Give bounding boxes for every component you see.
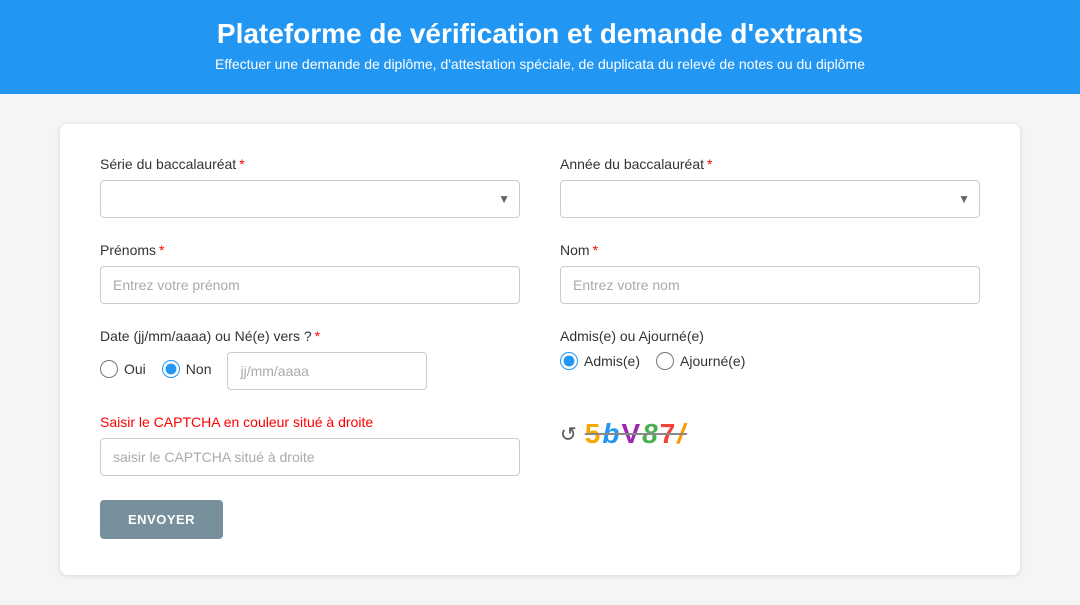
- captcha-char-5: 7: [660, 418, 678, 450]
- refresh-icon[interactable]: ↺: [560, 422, 577, 447]
- form-card: Série du baccalauréat* ▼ Année du baccal…: [60, 124, 1020, 575]
- captcha-image: 5 b V 8 7 /: [585, 418, 687, 450]
- serie-select-wrapper: ▼: [100, 180, 520, 218]
- main-content: Série du baccalauréat* ▼ Année du baccal…: [0, 94, 1080, 605]
- annee-select[interactable]: [560, 180, 980, 218]
- ajourn-option-label: Ajourné(e): [680, 353, 745, 369]
- radio-admis-option[interactable]: Admis(e): [560, 352, 640, 370]
- captcha-char-2: b: [602, 418, 621, 450]
- radio-ajourn-option[interactable]: Ajourné(e): [656, 352, 745, 370]
- row-prenoms-nom: Prénoms* Nom*: [100, 242, 980, 304]
- radio-oui-option[interactable]: Oui: [100, 360, 146, 378]
- radio-non[interactable]: [162, 360, 180, 378]
- radio-oui-non: Oui Non: [100, 360, 211, 386]
- row-captcha: Saisir le CAPTCHA en couleur situé à dro…: [100, 414, 980, 476]
- radio-admis-row: Admis(e) Ajourné(e): [560, 352, 980, 378]
- group-serie: Série du baccalauréat* ▼: [100, 156, 520, 218]
- radio-non-option[interactable]: Non: [162, 360, 212, 378]
- captcha-input[interactable]: [100, 438, 520, 476]
- group-date: Date (jj/mm/aaaa) ou Né(e) vers ?* Oui N…: [100, 328, 520, 390]
- serie-select[interactable]: [100, 180, 520, 218]
- nom-label: Nom*: [560, 242, 980, 258]
- page-header: Plateforme de vérification et demande d'…: [0, 0, 1080, 94]
- date-label: Date (jj/mm/aaaa) ou Né(e) vers ?*: [100, 328, 320, 344]
- nom-input[interactable]: [560, 266, 980, 304]
- captcha-char-3: V: [621, 418, 642, 450]
- group-admis: Admis(e) ou Ajourné(e) Admis(e) Ajourné(…: [560, 328, 980, 378]
- row-serie-annee: Série du baccalauréat* ▼ Année du baccal…: [100, 156, 980, 218]
- captcha-right-group: ↺ 5 b V 8 7 /: [560, 414, 980, 450]
- date-input[interactable]: [227, 352, 427, 390]
- radio-admis[interactable]: [560, 352, 578, 370]
- captcha-error-label: Saisir le CAPTCHA en couleur situé à dro…: [100, 414, 520, 430]
- annee-select-wrapper: ▼: [560, 180, 980, 218]
- serie-label: Série du baccalauréat*: [100, 156, 520, 172]
- captcha-left-group: Saisir le CAPTCHA en couleur situé à dro…: [100, 414, 520, 476]
- group-nom: Nom*: [560, 242, 980, 304]
- captcha-char-4: 8: [642, 418, 660, 450]
- prenoms-label: Prénoms*: [100, 242, 520, 258]
- prenoms-input[interactable]: [100, 266, 520, 304]
- admis-option-label: Admis(e): [584, 353, 640, 369]
- captcha-char-6: /: [677, 418, 687, 450]
- radio-oui[interactable]: [100, 360, 118, 378]
- page-subtitle: Effectuer une demande de diplôme, d'atte…: [40, 56, 1040, 72]
- submit-row: ENVOYER: [100, 500, 980, 539]
- envoyer-button[interactable]: ENVOYER: [100, 500, 223, 539]
- page-title: Plateforme de vérification et demande d'…: [40, 18, 1040, 50]
- group-annee: Année du baccalauréat* ▼: [560, 156, 980, 218]
- row-date-admis: Date (jj/mm/aaaa) ou Né(e) vers ?* Oui N…: [100, 328, 980, 390]
- radio-non-label: Non: [186, 361, 212, 377]
- radio-oui-label: Oui: [124, 361, 146, 377]
- radio-ajourn[interactable]: [656, 352, 674, 370]
- captcha-char-1: 5: [585, 418, 603, 450]
- group-prenoms: Prénoms*: [100, 242, 520, 304]
- annee-label: Année du baccalauréat*: [560, 156, 980, 172]
- admis-label: Admis(e) ou Ajourné(e): [560, 328, 704, 344]
